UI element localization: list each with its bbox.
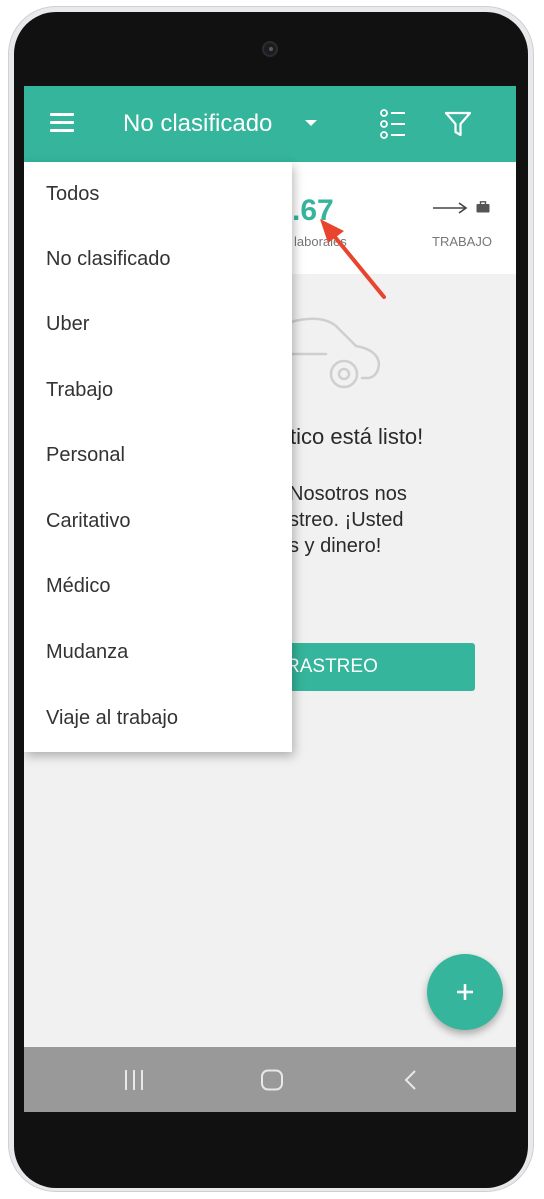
menu-item-label: No clasificado: [46, 248, 171, 270]
menu-item-label: Trabajo: [46, 379, 114, 401]
front-camera: [262, 41, 278, 57]
start-tracking-label: RASTREO: [286, 656, 378, 677]
arrow-right-icon: [433, 202, 468, 214]
menu-item-label: Caritativo: [46, 510, 131, 532]
annotation-arrow-icon: [320, 219, 386, 299]
menu-item-label: Médico: [46, 575, 111, 597]
menu-item-uber[interactable]: Uber: [24, 292, 292, 357]
empty-state-line: streo. ¡Usted: [289, 509, 404, 531]
menu-item-label: Mudanza: [46, 641, 129, 663]
caret-down-icon[interactable]: [305, 120, 317, 126]
car-icon: [289, 317, 381, 389]
add-trip-button[interactable]: [427, 954, 503, 1030]
menu-item-label: Personal: [46, 444, 125, 466]
empty-state-line: Nosotros nos: [289, 483, 407, 505]
menu-item-todos[interactable]: Todos: [24, 162, 292, 227]
menu-item-medico[interactable]: Médico: [24, 554, 292, 619]
empty-state-line: s y dinero!: [289, 535, 382, 557]
category-selector-title[interactable]: No clasificado: [123, 110, 272, 138]
empty-state-title: tico está listo!: [290, 424, 424, 449]
home-icon[interactable]: [260, 1069, 284, 1091]
menu-item-label: Viaje al trabajo: [46, 707, 178, 729]
filter-icon[interactable]: [444, 110, 472, 138]
back-icon[interactable]: [402, 1069, 418, 1091]
trip-type-label: TRABAJO: [432, 234, 492, 249]
empty-state-body: Nosotros nos streo. ¡Usted s y dinero!: [289, 481, 407, 559]
menu-item-label: Uber: [46, 313, 90, 335]
menu-item-personal[interactable]: Personal: [24, 423, 292, 488]
hamburger-icon[interactable]: [50, 113, 74, 133]
system-nav-bar: [24, 1047, 516, 1112]
category-dropdown-menu: Todos No clasificado Uber Trabajo Person…: [24, 162, 292, 752]
menu-item-mudanza[interactable]: Mudanza: [24, 620, 292, 685]
menu-item-trabajo[interactable]: Trabajo: [24, 358, 292, 423]
recents-icon[interactable]: [122, 1069, 146, 1091]
app-bar: No clasificado: [24, 86, 516, 162]
menu-item-caritativo[interactable]: Caritativo: [24, 489, 292, 554]
briefcase-icon: [476, 201, 490, 213]
menu-item-viaje-al-trabajo[interactable]: Viaje al trabajo: [24, 686, 292, 751]
list-icon[interactable]: [380, 108, 406, 140]
app-screen: No clasificado .67 laborales TRABAJO tic…: [24, 86, 516, 1112]
menu-item-no-clasificado[interactable]: No clasificado: [24, 227, 292, 292]
menu-item-label: Todos: [46, 183, 100, 205]
plus-icon: [457, 984, 473, 1000]
